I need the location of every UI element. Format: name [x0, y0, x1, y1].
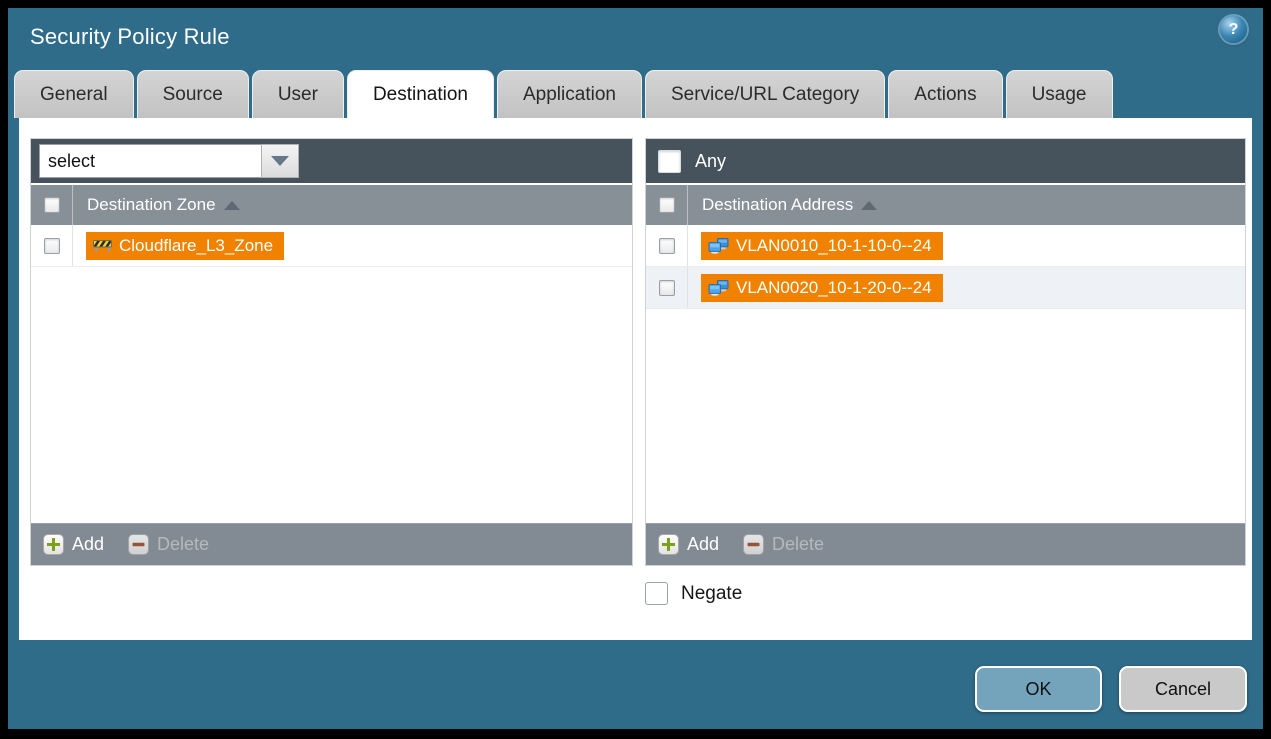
page-title: Security Policy Rule: [30, 24, 230, 50]
address-column-header: Destination Address: [646, 183, 1245, 225]
row-checkbox-cell: [646, 267, 688, 308]
tab-application[interactable]: Application: [497, 70, 642, 118]
chevron-down-icon: [271, 156, 289, 166]
destination-address-panel: Any Destination Address: [645, 138, 1246, 566]
network-address-icon: [708, 280, 729, 296]
add-address-label: Add: [687, 534, 719, 555]
zone-filter-input[interactable]: [39, 144, 261, 178]
minus-icon: [743, 534, 764, 555]
plus-icon: [43, 534, 64, 555]
any-label: Any: [695, 151, 726, 172]
zone-chip-label: Cloudflare_L3_Zone: [119, 236, 273, 256]
add-address-button[interactable]: Add: [658, 534, 719, 555]
address-chip-label: VLAN0010_10-1-10-0--24: [736, 236, 932, 256]
address-panel-footer: Add Delete: [646, 523, 1245, 565]
add-zone-label: Add: [72, 534, 104, 555]
titlebar: Security Policy Rule ?: [8, 8, 1263, 70]
row-checkbox[interactable]: [659, 280, 675, 296]
address-select-all-checkbox[interactable]: [659, 197, 675, 213]
zone-select-all-cell: [31, 185, 73, 225]
delete-address-button[interactable]: Delete: [743, 534, 824, 555]
any-checkbox-wrap: Any: [654, 150, 726, 173]
address-chip[interactable]: VLAN0020_10-1-20-0--24: [701, 274, 943, 302]
security-policy-rule-dialog: Security Policy Rule ? General Source Us…: [8, 8, 1263, 729]
table-row[interactable]: Cloudflare_L3_Zone: [31, 225, 632, 267]
sort-ascending-icon: [224, 201, 240, 210]
tab-bar: General Source User Destination Applicat…: [14, 70, 1257, 118]
address-column-title: Destination Address: [702, 195, 853, 215]
table-row[interactable]: VLAN0010_10-1-10-0--24: [646, 225, 1245, 267]
address-panel-header: Any: [646, 139, 1245, 183]
delete-address-label: Delete: [772, 534, 824, 555]
address-column-title-wrap[interactable]: Destination Address: [688, 195, 877, 215]
tab-service-url-category[interactable]: Service/URL Category: [645, 70, 885, 118]
sort-ascending-icon: [861, 201, 877, 210]
delete-zone-button[interactable]: Delete: [128, 534, 209, 555]
address-select-all-cell: [646, 185, 688, 225]
row-checkbox[interactable]: [44, 238, 60, 254]
tab-user[interactable]: User: [252, 70, 344, 118]
row-checkbox-cell: [31, 225, 73, 266]
zone-panel-footer: Add Delete: [31, 523, 632, 565]
tab-source[interactable]: Source: [137, 70, 249, 118]
zone-icon: [93, 238, 112, 253]
destination-zone-panel: Destination Zone: [30, 138, 633, 566]
tab-usage[interactable]: Usage: [1006, 70, 1113, 118]
tab-destination[interactable]: Destination: [347, 70, 494, 118]
zone-list: Cloudflare_L3_Zone: [31, 225, 632, 523]
minus-icon: [128, 534, 149, 555]
address-chip-label: VLAN0020_10-1-20-0--24: [736, 278, 932, 298]
tab-general[interactable]: General: [14, 70, 134, 118]
screen: Security Policy Rule ? General Source Us…: [0, 0, 1271, 739]
tab-actions[interactable]: Actions: [888, 70, 1002, 118]
row-checkbox[interactable]: [659, 238, 675, 254]
cancel-button[interactable]: Cancel: [1119, 666, 1247, 712]
tab-content-destination: Destination Zone: [19, 118, 1252, 640]
negate-row: Negate: [645, 582, 742, 605]
zone-panel-header: [31, 139, 632, 183]
zone-column-title-wrap[interactable]: Destination Zone: [73, 195, 240, 215]
zone-column-title: Destination Zone: [87, 195, 216, 215]
table-row[interactable]: VLAN0020_10-1-20-0--24: [646, 267, 1245, 309]
zone-filter-combobox: [39, 144, 299, 178]
zone-chip[interactable]: Cloudflare_L3_Zone: [86, 232, 284, 260]
ok-button[interactable]: OK: [975, 666, 1102, 712]
plus-icon: [658, 534, 679, 555]
row-checkbox-cell: [646, 225, 688, 266]
zone-select-all-checkbox[interactable]: [44, 197, 60, 213]
negate-label: Negate: [681, 583, 742, 605]
help-icon[interactable]: ?: [1220, 16, 1247, 43]
negate-checkbox[interactable]: [645, 582, 668, 605]
delete-zone-label: Delete: [157, 534, 209, 555]
address-chip[interactable]: VLAN0010_10-1-10-0--24: [701, 232, 943, 260]
zone-filter-dropdown-button[interactable]: [261, 144, 299, 178]
any-checkbox[interactable]: [658, 150, 681, 173]
zone-column-header: Destination Zone: [31, 183, 632, 225]
add-zone-button[interactable]: Add: [43, 534, 104, 555]
network-address-icon: [708, 238, 729, 254]
address-list: VLAN0010_10-1-10-0--24: [646, 225, 1245, 523]
